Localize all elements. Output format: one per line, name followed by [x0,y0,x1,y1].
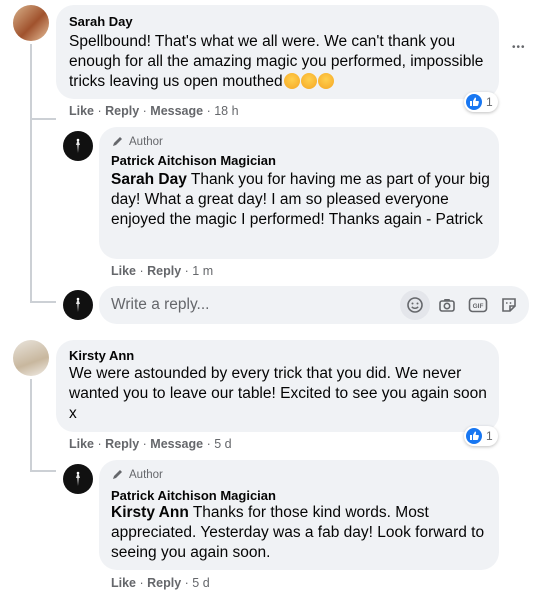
reply-input[interactable]: Write a reply... GIF [99,286,529,324]
reply-text: Sarah Day Thank you for having me as par… [111,171,490,228]
thread-line [30,379,32,471]
reply-timestamp[interactable]: 5 d [192,576,209,590]
thread-line [30,44,32,302]
reply-connector [30,470,56,472]
hugging-emoji-icon [300,73,317,89]
reply-bubble: Author Patrick Aitchison Magician Kirsty… [99,460,499,570]
comment-timestamp[interactable]: 18 h [214,104,238,118]
comment-bubble: Sarah Day Spellbound! That's what we all… [56,5,499,99]
comment-author-name[interactable]: Kirsty Ann [69,348,134,363]
reply-button[interactable]: Reply [147,264,181,278]
reply-timestamp[interactable]: 1 m [192,264,213,278]
like-icon [466,428,482,444]
comment-text: Spellbound! That's what we all were. We … [69,33,484,90]
reaction-count: 1 [486,429,493,443]
author-badge: Author [111,468,163,481]
avatar-kirsty-ann[interactable] [13,340,49,376]
message-button[interactable]: Message [150,437,203,451]
like-button[interactable]: Like [69,104,94,118]
hugging-emoji-icon [317,73,334,89]
svg-text:GIF: GIF [473,303,484,310]
comment-author-name[interactable]: Sarah Day [69,14,133,29]
message-button[interactable]: Message [150,104,203,118]
like-button[interactable]: Like [111,264,136,278]
like-button[interactable]: Like [69,437,94,451]
comment-bubble: Kirsty Ann We were astounded by every tr… [56,340,499,432]
emoji-icon[interactable] [400,290,430,320]
pen-icon [113,137,122,146]
reply-button[interactable]: Reply [105,437,139,451]
mention-sarah-day[interactable]: Sarah Day [111,171,187,188]
astonished-emoji-icon [283,73,300,89]
reply-bubble: Author Patrick Aitchison Magician Sarah … [99,127,499,259]
reply-button[interactable]: Reply [105,104,139,118]
gif-icon[interactable]: GIF [463,290,493,320]
author-badge: Author [111,135,163,148]
reply-text: Kirsty Ann Thanks for those kind words. … [111,504,485,561]
reply-button[interactable]: Reply [147,576,181,590]
reaction-count: 1 [486,95,493,109]
reply-connector [30,118,56,120]
comment-actions: Like · Reply · Message · 18 h [69,104,239,118]
comment-text: We were astounded by every trick that yo… [69,365,487,422]
reply-input-placeholder: Write a reply... [111,296,210,313]
reply-author-name[interactable]: Patrick Aitchison Magician [111,153,276,168]
sticker-icon[interactable] [494,290,524,320]
reply-actions: Like · Reply · 5 d [111,576,210,590]
pen-icon [113,470,122,479]
reply-author-name[interactable]: Patrick Aitchison Magician [111,488,276,503]
reaction-summary[interactable]: 1 [464,92,498,112]
reply-actions: Like · Reply · 1 m [111,264,214,278]
like-button[interactable]: Like [111,576,136,590]
avatar-patrick-aitchison[interactable] [63,131,93,161]
comment-timestamp[interactable]: 5 d [214,437,231,451]
camera-icon[interactable] [432,290,462,320]
current-user-avatar[interactable] [63,290,93,320]
like-icon [466,94,482,110]
mention-kirsty-ann[interactable]: Kirsty Ann [111,504,189,521]
reaction-summary[interactable]: 1 [464,426,498,446]
avatar-sarah-day[interactable] [13,5,49,41]
avatar-patrick-aitchison[interactable] [63,464,93,494]
more-options-icon[interactable]: ••• [512,42,526,53]
comment-actions: Like · Reply · Message · 5 d [69,437,232,451]
reply-connector [30,301,56,303]
